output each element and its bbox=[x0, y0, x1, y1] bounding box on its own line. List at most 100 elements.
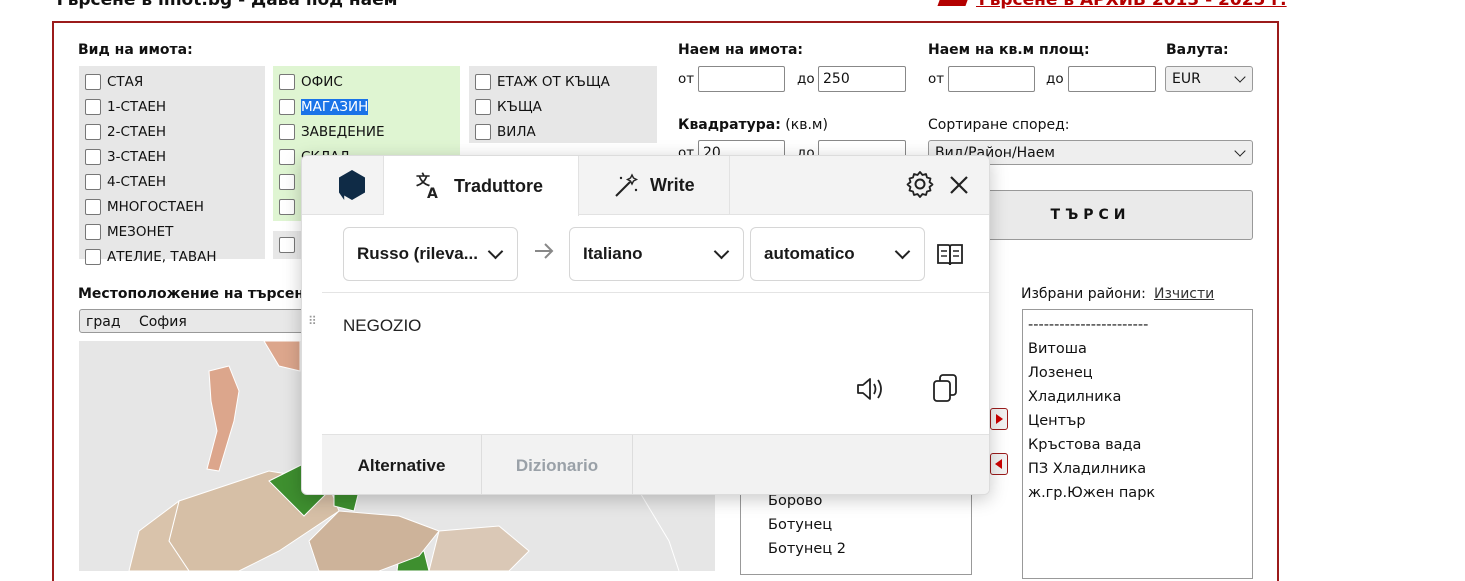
map-district[interactable] bbox=[263, 341, 301, 372]
checkbox-label: КЪЩА bbox=[497, 99, 542, 115]
list-item[interactable]: Лозенец bbox=[1023, 361, 1252, 385]
checkbox-maisonette[interactable]: МЕЗОНЕТ bbox=[85, 220, 173, 244]
checkbox-label-selected: МАГАЗИН bbox=[301, 99, 369, 115]
checkbox-1-room[interactable]: 1-СТАЕН bbox=[85, 95, 166, 119]
property-type-column-residential: СТАЯ 1-СТАЕН 2-СТАЕН 3-СТАЕН 4-СТАЕН МНО… bbox=[79, 66, 265, 265]
checkbox-4-room[interactable]: 4-СТАЕН bbox=[85, 170, 166, 194]
checkbox-box[interactable] bbox=[85, 74, 101, 90]
checkbox-house[interactable]: КЪЩА bbox=[475, 95, 542, 119]
rent-from-label: от bbox=[678, 71, 695, 87]
tab-dictionary[interactable]: Dizionario bbox=[482, 435, 633, 494]
checkbox-hidden-2[interactable] bbox=[279, 195, 301, 219]
currency-select[interactable]: EUR bbox=[1165, 66, 1253, 92]
list-item[interactable]: Ботунец bbox=[763, 513, 846, 537]
magic-wand-icon bbox=[615, 172, 639, 197]
checkbox-2-room[interactable]: 2-СТАЕН bbox=[85, 120, 166, 144]
chevron-down-icon bbox=[894, 243, 911, 260]
checkbox-label: АТЕЛИЕ, ТАВАН bbox=[107, 249, 217, 265]
checkbox-label: ОФИС bbox=[301, 74, 343, 90]
translator-logo-cell bbox=[302, 156, 384, 215]
settings-button[interactable] bbox=[905, 169, 935, 199]
sort-label: Сортиране според: bbox=[928, 117, 1070, 133]
arrow-left-icon bbox=[995, 459, 1002, 469]
currency-value: EUR bbox=[1172, 71, 1201, 87]
checkbox-box[interactable] bbox=[279, 199, 295, 215]
arrow-right-icon bbox=[533, 242, 555, 263]
rent-sqm-from-input[interactable] bbox=[948, 66, 1035, 92]
drag-handle-icon[interactable]: ⠿ bbox=[308, 315, 317, 327]
rent-to-input[interactable]: 250 bbox=[818, 66, 906, 92]
checkbox-box[interactable] bbox=[475, 99, 491, 115]
property-type-column-houses: ЕТАЖ ОТ КЪЩА КЪЩА ВИЛА bbox=[469, 66, 657, 143]
checkbox-hidden-1[interactable] bbox=[279, 170, 301, 194]
checkbox-box[interactable] bbox=[279, 149, 295, 165]
list-item[interactable]: Витоша bbox=[1023, 337, 1252, 361]
formality-select[interactable]: automatico bbox=[750, 227, 925, 281]
checkbox-box[interactable] bbox=[85, 224, 101, 240]
list-item[interactable]: ж.гр.Южен парк bbox=[1023, 481, 1252, 505]
list-item[interactable]: Център bbox=[1023, 409, 1252, 433]
checkbox-shop[interactable]: МАГАЗИН bbox=[279, 95, 369, 119]
rent-sqm-to-input[interactable] bbox=[1068, 66, 1156, 92]
checkbox-hidden-3[interactable] bbox=[279, 233, 301, 257]
remove-district-button[interactable] bbox=[990, 453, 1008, 475]
copy-button[interactable] bbox=[931, 373, 959, 403]
checkbox-establishment[interactable]: ЗАВЕДЕНИЕ bbox=[279, 120, 385, 144]
clear-districts-link[interactable]: Изчисти bbox=[1154, 286, 1214, 302]
checkbox-label: ЕТАЖ ОТ КЪЩА bbox=[497, 74, 610, 90]
property-type-column-other bbox=[273, 231, 303, 259]
checkbox-box[interactable] bbox=[279, 74, 295, 90]
currency-label: Валута: bbox=[1166, 42, 1229, 58]
checkbox-box[interactable] bbox=[279, 237, 295, 253]
checkbox-multi-room[interactable]: МНОГОСТАЕН bbox=[85, 195, 204, 219]
checkbox-box[interactable] bbox=[85, 149, 101, 165]
tab-alternatives[interactable]: Alternative bbox=[322, 435, 482, 494]
checkbox-box[interactable] bbox=[85, 124, 101, 140]
target-language-select[interactable]: Italiano bbox=[569, 227, 744, 281]
close-button[interactable] bbox=[948, 174, 970, 196]
checkbox-box[interactable] bbox=[279, 99, 295, 115]
checkbox-box[interactable] bbox=[475, 124, 491, 140]
checkbox-box[interactable] bbox=[279, 174, 295, 190]
checkbox-box[interactable] bbox=[475, 74, 491, 90]
checkbox-office[interactable]: ОФИС bbox=[279, 70, 343, 94]
source-language-select[interactable]: Russo (rileva... bbox=[343, 227, 518, 281]
available-districts-list[interactable]: Борово Ботунец Ботунец 2 bbox=[740, 485, 972, 575]
checkbox-box[interactable] bbox=[279, 124, 295, 140]
checkbox-box[interactable] bbox=[85, 174, 101, 190]
list-item[interactable]: ----------------------- bbox=[1023, 313, 1252, 337]
checkbox-box[interactable] bbox=[85, 199, 101, 215]
checkbox-box[interactable] bbox=[85, 249, 101, 265]
checkbox-3-room[interactable]: 3-СТАЕН bbox=[85, 145, 166, 169]
formality-value: automatico bbox=[764, 244, 855, 263]
arrow-right-icon bbox=[996, 414, 1003, 424]
glossary-button[interactable] bbox=[936, 242, 964, 268]
checkbox-room[interactable]: СТАЯ bbox=[85, 70, 143, 94]
checkbox-label: ЗАВЕДЕНИЕ bbox=[301, 124, 385, 140]
checkbox-house-floor[interactable]: ЕТАЖ ОТ КЪЩА bbox=[475, 70, 610, 94]
checkbox-label: 4-СТАЕН bbox=[107, 174, 167, 190]
translate-icon: 文 A bbox=[416, 172, 438, 201]
location-city: София bbox=[138, 314, 187, 330]
checkbox-box[interactable] bbox=[85, 99, 101, 115]
map-district[interactable] bbox=[206, 365, 240, 472]
area-unit: (кв.м) bbox=[785, 117, 828, 133]
checkbox-label: ВИЛА bbox=[497, 124, 536, 140]
list-item[interactable]: Ботунец 2 bbox=[763, 537, 846, 561]
list-item[interactable]: Хладилника bbox=[1023, 385, 1252, 409]
list-item[interactable]: ПЗ Хладилника bbox=[1023, 457, 1252, 481]
rent-from-input[interactable] bbox=[698, 66, 785, 92]
add-district-button[interactable] bbox=[990, 408, 1008, 430]
tab-write[interactable]: Write bbox=[579, 156, 730, 215]
archive-link[interactable]: Търсене в АРХИВ 2013 - 2025 г. bbox=[976, 0, 1287, 10]
selected-districts-list[interactable]: ----------------------- Витоша Лозенец Х… bbox=[1022, 309, 1253, 579]
checkbox-atelier[interactable]: АТЕЛИЕ, ТАВАН bbox=[85, 245, 217, 269]
checkbox-villa[interactable]: ВИЛА bbox=[475, 120, 536, 144]
tab-translator[interactable]: 文 A Traduttore bbox=[384, 156, 579, 216]
location-label: Местоположение на търсене bbox=[78, 286, 314, 302]
location-select[interactable]: град София bbox=[79, 309, 309, 333]
list-item[interactable]: Кръстова вада bbox=[1023, 433, 1252, 457]
map-district[interactable] bbox=[428, 525, 530, 571]
checkbox-label: 1-СТАЕН bbox=[107, 99, 167, 115]
listen-button[interactable] bbox=[855, 375, 885, 403]
